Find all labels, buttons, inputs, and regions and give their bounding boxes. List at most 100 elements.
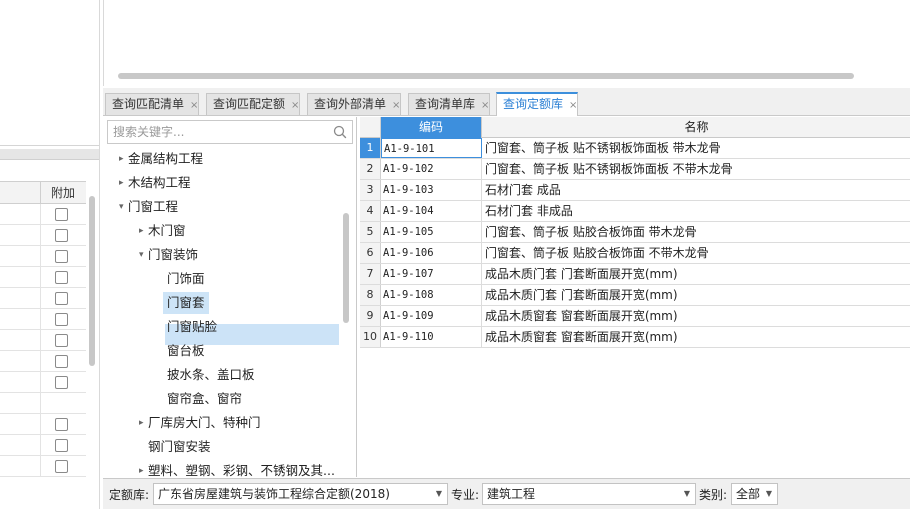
- addon-checkbox[interactable]: [55, 418, 68, 431]
- close-icon[interactable]: ×: [291, 95, 299, 116]
- top-horizontal-scrollbar[interactable]: [118, 73, 854, 79]
- table-row[interactable]: 2 A1-9-102 门窗套、筒子板 贴不锈钢板饰面板 不带木龙骨: [360, 159, 910, 180]
- quota-library-select[interactable]: 广东省房屋建筑与装饰工程综合定额(2018) ▼: [153, 483, 448, 505]
- addon-checkbox[interactable]: [55, 313, 68, 326]
- left-grid: 附加: [0, 181, 86, 509]
- chevron-right-icon[interactable]: ▸: [139, 459, 144, 477]
- addon-checkbox[interactable]: [55, 229, 68, 242]
- addon-checkbox[interactable]: [55, 439, 68, 452]
- quota-name[interactable]: 成品木质窗套 窗套断面展开宽(mm): [483, 327, 910, 347]
- category-select[interactable]: 全部 ▼: [731, 483, 778, 505]
- tree-node[interactable]: ▾ 门窗工程: [103, 195, 341, 219]
- quota-code[interactable]: A1-9-106: [381, 243, 482, 263]
- table-row[interactable]: 9 A1-9-109 成品木质窗套 窗套断面展开宽(mm): [360, 306, 910, 327]
- quota-name[interactable]: 成品木质窗套 窗套断面展开宽(mm): [483, 306, 910, 326]
- tab-query-list-library[interactable]: 查询清单库 ×: [408, 93, 491, 116]
- table-row[interactable]: 8 A1-9-108 成品木质门套 门套断面展开宽(mm): [360, 285, 910, 306]
- tree-node[interactable]: ▸ 塑料、塑钢、彩钢、不锈钢及其...: [103, 459, 341, 477]
- column-divider: [40, 204, 41, 225]
- left-grid-row: [0, 309, 86, 330]
- quota-name[interactable]: 成品木质门套 门套断面展开宽(mm): [483, 285, 910, 305]
- quota-name[interactable]: 石材门套 非成品: [483, 201, 910, 221]
- left-vertical-scrollbar[interactable]: [89, 196, 95, 366]
- quota-code[interactable]: A1-9-107: [381, 264, 482, 284]
- table-row[interactable]: 3 A1-9-103 石材门套 成品: [360, 180, 910, 201]
- tree-vertical-scrollbar[interactable]: [343, 213, 349, 323]
- tree-node[interactable]: 窗帘盒、窗帘: [103, 387, 341, 411]
- quota-code[interactable]: A1-9-105: [381, 222, 482, 242]
- tree-node[interactable]: ▸ 厂库房大门、特种门: [103, 411, 341, 435]
- table-row[interactable]: 10 A1-9-110 成品木质窗套 窗套断面展开宽(mm): [360, 327, 910, 348]
- quota-name[interactable]: 门窗套、筒子板 贴不锈钢板饰面板 不带木龙骨: [483, 159, 910, 179]
- tree-node[interactable]: ▾ 门窗装饰: [103, 243, 341, 267]
- tab-query-external-list[interactable]: 查询外部清单 ×: [307, 93, 402, 116]
- addon-checkbox[interactable]: [55, 271, 68, 284]
- quota-name[interactable]: 门窗套、筒子板 贴胶合板饰面 带木龙骨: [483, 222, 910, 242]
- tab-query-quota-library[interactable]: 查询定额库 ×: [496, 92, 579, 116]
- addon-checkbox[interactable]: [55, 460, 68, 473]
- tree-node[interactable]: ▸ 金属结构工程: [103, 147, 341, 171]
- tree-node[interactable]: ▸ 木结构工程: [103, 171, 341, 195]
- table-row[interactable]: 5 A1-9-105 门窗套、筒子板 贴胶合板饰面 带木龙骨: [360, 222, 910, 243]
- addon-checkbox[interactable]: [55, 355, 68, 368]
- tree-node[interactable]: 门窗贴脸: [103, 315, 341, 339]
- tree-node[interactable]: 门饰面: [103, 267, 341, 291]
- major-select[interactable]: 建筑工程 ▼: [482, 483, 696, 505]
- close-icon[interactable]: ×: [481, 95, 489, 116]
- quota-code[interactable]: A1-9-109: [381, 306, 482, 326]
- quota-name[interactable]: 门窗套、筒子板 贴不锈钢板饰面板 带木龙骨: [483, 138, 910, 158]
- quota-code[interactable]: A1-9-110: [381, 327, 482, 347]
- table-row[interactable]: 7 A1-9-107 成品木质门套 门套断面展开宽(mm): [360, 264, 910, 285]
- left-grid-row: [0, 456, 86, 477]
- column-divider: [40, 393, 41, 414]
- quota-name[interactable]: 石材门套 成品: [483, 180, 910, 200]
- chevron-right-icon[interactable]: ▸: [119, 147, 124, 171]
- quota-code[interactable]: A1-9-101: [381, 138, 482, 158]
- tree-node-label: 金属结构工程: [128, 151, 204, 166]
- search-icon[interactable]: [332, 124, 348, 140]
- addon-checkbox[interactable]: [55, 292, 68, 305]
- close-icon[interactable]: ×: [569, 95, 577, 116]
- addon-checkbox[interactable]: [55, 376, 68, 389]
- tree-node[interactable]: 窗台板: [103, 339, 341, 363]
- quota-code[interactable]: A1-9-102: [381, 159, 482, 179]
- column-header-name[interactable]: 名称: [483, 117, 910, 138]
- chevron-right-icon[interactable]: ▸: [119, 171, 124, 195]
- quota-code[interactable]: A1-9-108: [381, 285, 482, 305]
- close-icon[interactable]: ×: [392, 95, 400, 116]
- chevron-right-icon[interactable]: ▸: [139, 411, 144, 435]
- addon-checkbox[interactable]: [55, 334, 68, 347]
- quota-name[interactable]: 门窗套、筒子板 贴胶合板饰面 不带木龙骨: [483, 243, 910, 263]
- close-icon[interactable]: ×: [190, 95, 198, 116]
- left-panel-top: [0, 0, 99, 146]
- tab-query-matched-quota[interactable]: 查询匹配定额 ×: [206, 93, 301, 116]
- quota-name[interactable]: 成品木质门套 门套断面展开宽(mm): [483, 264, 910, 284]
- tree-node[interactable]: ▸ 木门窗: [103, 219, 341, 243]
- table-row[interactable]: 6 A1-9-106 门窗套、筒子板 贴胶合板饰面 不带木龙骨: [360, 243, 910, 264]
- tree-node[interactable]: 钢门窗安装: [103, 435, 341, 459]
- tab-label: 查询匹配定额: [213, 97, 286, 111]
- addon-checkbox[interactable]: [55, 208, 68, 221]
- column-header-code[interactable]: 编码: [381, 117, 482, 138]
- search-input[interactable]: [108, 121, 328, 143]
- row-number-header: [360, 117, 381, 138]
- column-divider: [40, 267, 41, 288]
- tree-node[interactable]: 门窗套: [103, 291, 341, 315]
- tab-query-matched-list[interactable]: 查询匹配清单 ×: [105, 93, 200, 116]
- column-divider: [40, 330, 41, 351]
- tab-label: 查询匹配清单: [112, 97, 185, 111]
- addon-checkbox[interactable]: [55, 250, 68, 263]
- column-divider: [40, 372, 41, 393]
- chevron-down-icon[interactable]: ▾: [119, 195, 124, 219]
- quota-code[interactable]: A1-9-103: [381, 180, 482, 200]
- tree-node[interactable]: 披水条、盖口板: [103, 363, 341, 387]
- row-number: 7: [360, 264, 381, 284]
- row-number: 10: [360, 327, 381, 347]
- chevron-down-icon[interactable]: ▾: [139, 243, 144, 267]
- table-row[interactable]: 1 A1-9-101 门窗套、筒子板 贴不锈钢板饰面板 带木龙骨: [360, 138, 910, 159]
- chevron-right-icon[interactable]: ▸: [139, 219, 144, 243]
- left-grid-row: [0, 204, 86, 225]
- tree-node-label: 厂库房大门、特种门: [148, 415, 261, 430]
- table-row[interactable]: 4 A1-9-104 石材门套 非成品: [360, 201, 910, 222]
- quota-code[interactable]: A1-9-104: [381, 201, 482, 221]
